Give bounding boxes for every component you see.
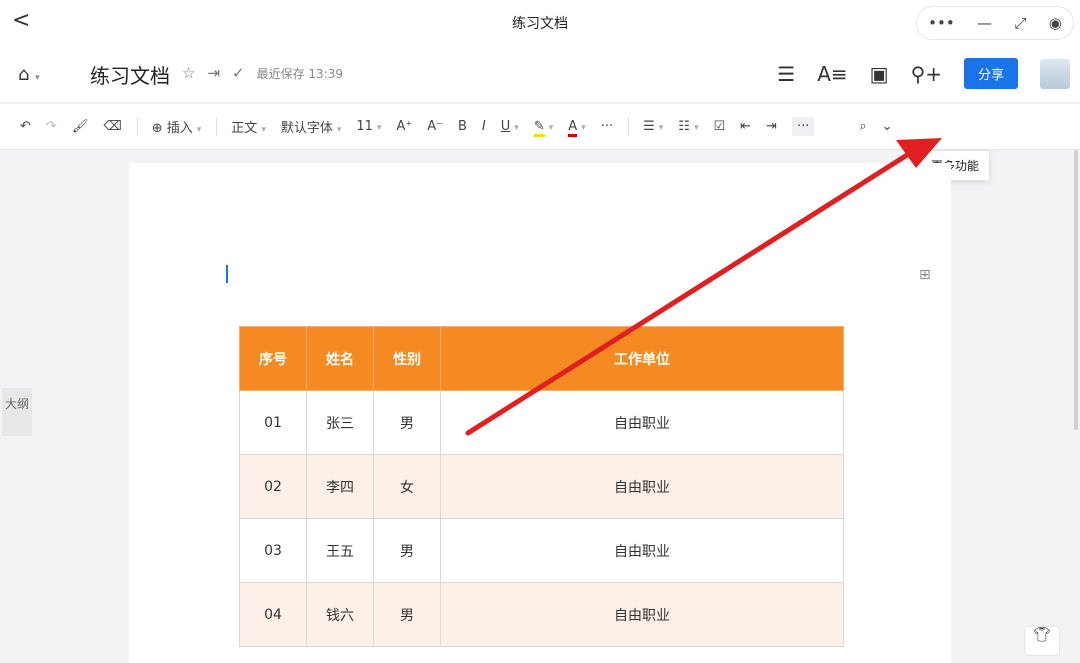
data-table: 序号 姓名 性别 工作单位 01 张三男自由职业 02 李四女自由职业 03 王五男自… xyxy=(239,326,844,647)
cell[interactable]: 男 xyxy=(373,582,441,647)
redo-icon[interactable]: ↷ xyxy=(46,119,57,134)
numbered-list-icon[interactable]: ☷ ▾ xyxy=(678,119,698,134)
style-value: 正文 xyxy=(231,121,258,136)
italic-icon[interactable]: I xyxy=(482,119,486,134)
text-format-icon[interactable]: A≡ xyxy=(817,62,847,86)
cell[interactable]: 李四 xyxy=(306,454,374,519)
undo-icon[interactable]: ↶ xyxy=(20,119,31,134)
add-comment-icon[interactable]: ⊞ xyxy=(919,267,931,283)
text-cursor xyxy=(226,265,228,283)
doc-header: ⌂ ▾ 练习文档 ☆ ⇥ ✓ 最近保存 13:39 ☰ A≡ ▣ ⚲+ 分享 xyxy=(0,46,1080,103)
outline-toggle[interactable]: 大纲 xyxy=(2,388,32,436)
cell[interactable]: 男 xyxy=(373,390,441,455)
header-cell: 性别 xyxy=(373,326,441,391)
theme-icon[interactable]: 👕︎ xyxy=(1024,626,1060,656)
insert-label: 插入 xyxy=(166,121,193,136)
star-icon[interactable]: ☆ xyxy=(182,64,195,82)
share-button[interactable]: 分享 xyxy=(963,58,1018,89)
scrollbar[interactable] xyxy=(1074,150,1078,430)
style-select[interactable]: 正文 ▾ xyxy=(231,117,266,136)
table-row: 04 钱六男自由职业 xyxy=(239,582,844,647)
divider xyxy=(216,117,218,136)
add-collaborator-icon[interactable]: ⚲+ xyxy=(911,62,942,86)
format-toolbar: ↶ ↷ 🖌︎ ⌫ ⊕ 插入 ▾ 正文 ▾ 默认字体 ▾ 11 ▾ A⁺ A⁻ B I U… xyxy=(0,104,1080,150)
outdent-icon[interactable]: ⇤ xyxy=(740,119,751,134)
collapse-toolbar-icon[interactable]: ⌄ xyxy=(882,119,893,134)
cell[interactable]: 自由职业 xyxy=(440,390,844,455)
divider xyxy=(136,117,138,136)
insert-button[interactable]: ⊕ 插入 ▾ xyxy=(152,117,202,136)
title-bar: < 练习文档 ••• — ⤢ ◉ xyxy=(0,0,1080,46)
cell[interactable]: 02 xyxy=(239,454,307,519)
cell[interactable]: 03 xyxy=(239,518,307,583)
cell[interactable]: 自由职业 xyxy=(440,454,844,519)
more-functions-button[interactable]: ··· xyxy=(791,117,815,136)
cell[interactable]: 张三 xyxy=(306,390,374,455)
checklist-icon[interactable]: ☑ xyxy=(713,119,725,134)
saved-check-icon: ✓ xyxy=(232,64,245,82)
font-value: 默认字体 xyxy=(280,121,333,136)
move-folder-icon[interactable]: ⇥ xyxy=(207,64,220,82)
bullet-list-icon[interactable]: ☰ ▾ xyxy=(643,119,663,134)
font-grow-icon[interactable]: A⁺ xyxy=(396,119,412,134)
highlight-icon[interactable]: ✎ ▾ xyxy=(533,119,553,137)
cell[interactable]: 01 xyxy=(239,390,307,455)
home-icon[interactable]: ⌂ ▾ xyxy=(18,64,40,85)
format-painter-icon[interactable]: 🖌︎ xyxy=(72,119,89,134)
save-status: 最近保存 13:39 xyxy=(256,66,344,81)
maximize-icon[interactable]: ⤢ xyxy=(1014,14,1026,32)
window-controls: ••• — ⤢ ◉ xyxy=(916,6,1074,40)
close-icon[interactable]: ◉ xyxy=(1049,14,1062,32)
divider xyxy=(628,117,630,136)
font-select[interactable]: 默认字体 ▾ xyxy=(281,117,342,136)
eraser-icon[interactable]: ⌫ xyxy=(103,119,121,134)
present-icon[interactable]: ▣ xyxy=(870,62,889,86)
cell[interactable]: 自由职业 xyxy=(440,582,844,647)
font-color-icon[interactable]: A ▾ xyxy=(568,119,586,137)
cell[interactable]: 自由职业 xyxy=(440,518,844,583)
underline-icon[interactable]: U ▾ xyxy=(501,119,519,134)
cell[interactable]: 男 xyxy=(373,518,441,583)
table-row: 01 张三男自由职业 xyxy=(239,390,844,455)
cell[interactable]: 女 xyxy=(373,454,441,519)
bold-icon[interactable]: B xyxy=(458,119,467,134)
doc-title[interactable]: 练习文档 xyxy=(90,60,170,89)
document-page[interactable]: ⊞ 序号 姓名 性别 工作单位 01 张三男自由职业 02 李四女自由职业 03 王五… xyxy=(129,163,951,663)
header-cell: 姓名 xyxy=(306,326,374,391)
table-row: 03 王五男自由职业 xyxy=(239,518,844,583)
indent-icon[interactable]: ⇥ xyxy=(766,119,777,134)
header-cell: 序号 xyxy=(239,326,307,391)
header-cell: 工作单位 xyxy=(440,326,844,391)
minimize-icon[interactable]: — xyxy=(977,14,992,32)
cell[interactable]: 王五 xyxy=(306,518,374,583)
menu-icon[interactable]: ☰ xyxy=(777,62,795,86)
table-row: 02 李四女自由职业 xyxy=(239,454,844,519)
size-select[interactable]: 11 ▾ xyxy=(356,119,381,134)
cell[interactable]: 04 xyxy=(239,582,307,647)
more-format-icon[interactable]: ··· xyxy=(601,119,613,134)
size-value: 11 xyxy=(356,119,373,134)
cell[interactable]: 钱六 xyxy=(306,582,374,647)
avatar[interactable] xyxy=(1040,58,1070,89)
font-shrink-icon[interactable]: A⁻ xyxy=(427,119,443,134)
more-icon[interactable]: ••• xyxy=(928,14,955,32)
search-icon[interactable]: ⌕ xyxy=(859,119,866,134)
